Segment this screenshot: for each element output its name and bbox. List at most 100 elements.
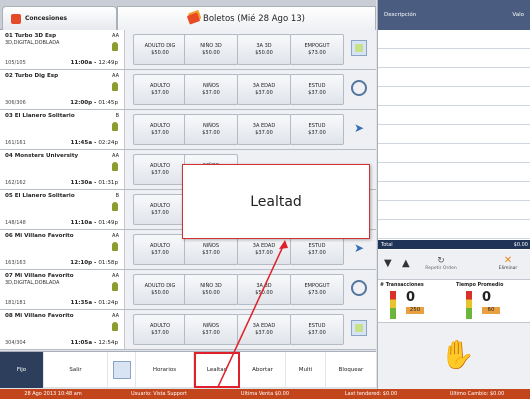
movie-session[interactable]: 06 Mi Villano Favorito AA 163/163 12:10p - … — [0, 230, 125, 269]
person-icon — [112, 242, 118, 251]
movie-rating: AA — [112, 33, 119, 39]
ticket-price-button[interactable]: NIÑOS$37.00 — [184, 314, 238, 345]
up-arrow-icon[interactable]: ▲ — [402, 258, 410, 269]
ticket-price: $37.00 — [255, 249, 273, 256]
hand-icon[interactable]: ✋ — [440, 341, 475, 369]
start-time: 11:30a — [70, 180, 93, 186]
tab-bar: Concesiones Boletos (Mié 28 Ago 13) — [0, 0, 376, 30]
ticket-price: $37.00 — [308, 249, 326, 256]
person-icon — [112, 202, 118, 211]
col-valor: Valo — [512, 12, 524, 18]
order-lines[interactable] — [378, 30, 530, 240]
order-total: Total $0.00 — [378, 240, 530, 249]
ticket-price-button[interactable]: ADULTO DIG $50.00 — [133, 274, 187, 305]
arrow-icon[interactable]: ➤ — [351, 240, 367, 256]
ticket-price-button[interactable]: NIÑO 3D $50.00 — [184, 274, 238, 305]
transacciones-stat: # Transacciones 0 250 — [380, 283, 454, 321]
ticket-price-button[interactable]: ESTUD $37.00 — [290, 114, 344, 145]
arrow-icon[interactable]: ➤ — [351, 120, 367, 136]
ticket-price: $73.00 — [308, 289, 326, 296]
tab-boletos[interactable]: Boletos (Mié 28 Ago 13) — [117, 6, 376, 30]
ticket-price-button[interactable]: NIÑO 3D $50.00 — [184, 34, 238, 65]
ticket-price-button[interactable]: NIÑOS$37.00 — [184, 114, 238, 145]
end-time: 01:45p — [98, 100, 118, 106]
ticket-price-button[interactable]: 3A EDAD $37.00 — [237, 74, 291, 105]
ticket-type: NIÑOS — [202, 122, 220, 129]
ticket-type: NIÑO 3D — [200, 282, 222, 289]
ticket-price-button[interactable]: 3A 3D $50.00 — [237, 34, 291, 65]
refresh-icon[interactable] — [351, 80, 367, 96]
movie-title: 03 El Llanero Solitario — [5, 113, 75, 119]
ticket-price-button[interactable]: ESTUD $37.00 — [290, 74, 344, 105]
ticket-price-button[interactable]: ADULTO $37.00 — [133, 314, 187, 345]
movie-session[interactable]: 04 Monsters University AA 162/162 11:30a - … — [0, 150, 125, 189]
ticket-price-button[interactable]: 3A EDAD $37.00 — [237, 314, 291, 345]
movie-session[interactable]: 02 Turbo Dig Esp AA 306/306 12:00p - 01:45p — [0, 70, 125, 109]
ticket-type: 3A 3D — [256, 282, 272, 289]
bloquear-button[interactable]: Bloquear — [326, 352, 376, 388]
promedio-title: Tiempo Promedio — [456, 283, 504, 288]
calendar-icon[interactable] — [351, 40, 367, 56]
refresh-icon[interactable] — [351, 280, 367, 296]
ticket-type: ESTUD — [308, 122, 326, 129]
movie-session[interactable]: 01 Turbo 3D Esp 3D,DIGITAL,DOBLADA AA 105/1… — [0, 30, 125, 69]
movie-session[interactable]: 07 Mi Villano Favorito 3D,DIGITAL,DOBLADA… — [0, 270, 125, 309]
movie-title: 08 Mi Villano Favorito — [5, 313, 74, 319]
ticket-price-button[interactable]: NIÑOS$37.00 — [184, 74, 238, 105]
movie-session[interactable]: 03 El Llanero Solitario B 161/161 11:45a - … — [0, 110, 125, 149]
fijo-button[interactable]: Fijo — [0, 352, 44, 388]
person-icon — [112, 322, 118, 331]
movie-rating: AA — [112, 233, 119, 239]
ticket-price-button[interactable]: ADULTO $37.00 — [133, 114, 187, 145]
movie-seats: 163/163 — [5, 260, 26, 266]
down-arrow-icon[interactable]: ▼ — [384, 258, 392, 269]
ticket-price: $37.00 — [151, 329, 169, 336]
ticket-price-button[interactable]: ADULTO DIG $50.00 — [133, 34, 187, 65]
repetir-orden-button[interactable]: ↻ Repetir Orden — [418, 256, 464, 271]
ticket-price-button[interactable]: ADULTO $37.00 — [133, 154, 187, 185]
ticket-price-button[interactable]: EMPOGUT $73.00 — [290, 274, 344, 305]
movie-time: 11:00a - 12:49p — [70, 60, 118, 66]
movie-row: 01 Turbo 3D Esp 3D,DIGITAL,DOBLADA AA 105/1… — [0, 30, 376, 70]
ticket-price-button[interactable]: 3A EDAD $37.00 — [237, 114, 291, 145]
movie-title: 07 Mi Villano Favorito — [5, 273, 74, 279]
bloquear-label: Bloquear — [338, 367, 364, 373]
ticket-price: $37.00 — [308, 129, 326, 136]
ticket-price-button[interactable]: ESTUD $37.00 — [290, 314, 344, 345]
eliminar-label: Eliminar — [498, 266, 518, 271]
movie-session[interactable]: 08 Mi Villano Favorito AA 304/304 11:05a - … — [0, 310, 125, 349]
calendar-button[interactable] — [108, 352, 136, 388]
ticket-type: NIÑOS — [202, 82, 220, 89]
movie-time: 12:10p - 01:58p — [70, 260, 118, 266]
popup-text: Lealtad — [250, 193, 302, 210]
ticket-type: NIÑOS — [202, 322, 220, 329]
ticket-type: ADULTO — [149, 122, 171, 129]
movie-session[interactable]: 05 El Llanero Solitario B 148/148 11:10a - … — [0, 190, 125, 229]
transacciones-gauge — [390, 291, 396, 319]
ticket-type: NIÑO 3D — [200, 42, 222, 49]
start-time: 11:10a — [70, 220, 93, 226]
ticket-price-button[interactable]: ADULTO $37.00 — [133, 74, 187, 105]
abortar-button[interactable]: Abortar — [240, 352, 286, 388]
ticket-price: $37.00 — [202, 249, 220, 256]
lealtad-button[interactable]: Lealtad — [194, 352, 240, 388]
person-icon — [112, 122, 118, 131]
multi-button[interactable]: Multi — [286, 352, 326, 388]
ticket-price-button[interactable]: EMPOGUT $73.00 — [290, 34, 344, 65]
person-icon — [112, 82, 118, 91]
tab-concesiones[interactable]: Concesiones — [2, 6, 117, 30]
eliminar-button[interactable]: ✕ Eliminar — [490, 256, 526, 272]
calendar-icon[interactable] — [351, 320, 367, 336]
salir-button[interactable]: Salir — [44, 352, 108, 388]
col-descripcion: Descripción — [384, 12, 417, 18]
status-cambio: Último Cambio: $0.00 — [449, 391, 505, 397]
movie-title: 06 Mi Villano Favorito — [5, 233, 74, 239]
ticket-price-button[interactable]: 3A 3D $50.00 — [237, 274, 291, 305]
movie-seats: 161/161 — [5, 140, 26, 146]
ticket-price-button[interactable]: ADULTO $37.00 — [133, 194, 187, 225]
promedio-target: 60 — [482, 307, 500, 314]
concessions-icon — [11, 13, 21, 24]
horarios-button[interactable]: Horarios — [136, 352, 194, 388]
movie-rating: AA — [112, 313, 119, 319]
ticket-price-button[interactable]: ADULTO $37.00 — [133, 234, 187, 265]
